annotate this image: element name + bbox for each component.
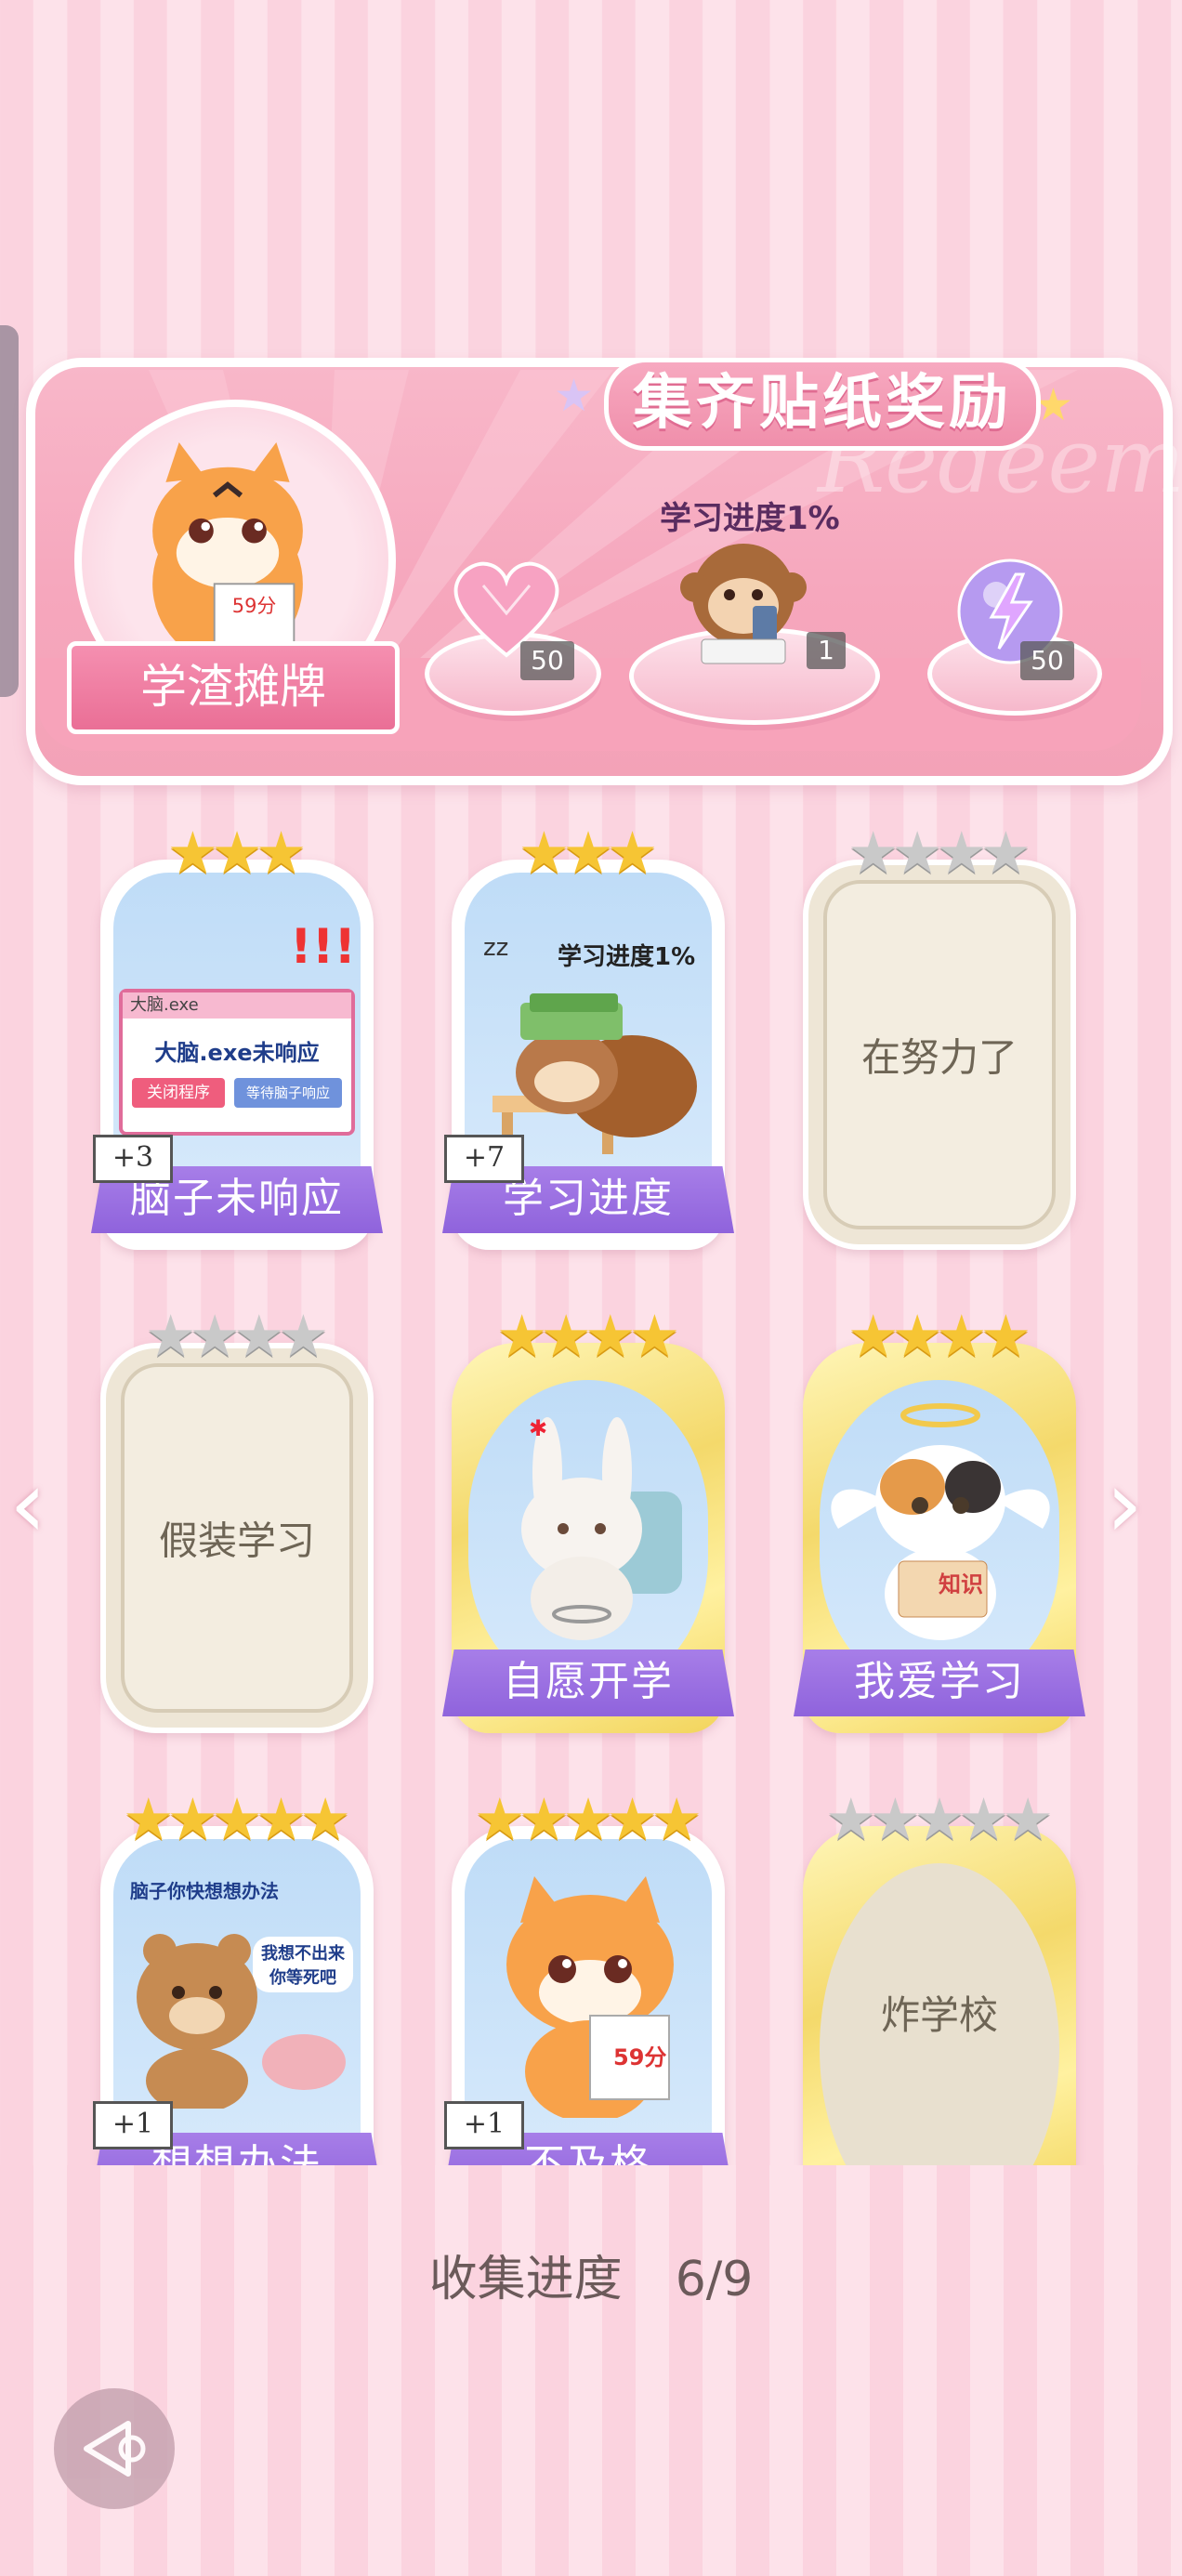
card-count: +1 [444,2101,524,2149]
back-arrow-icon [84,2421,146,2477]
sticker-card-locked[interactable]: 假装学习 ★★★★ [100,1308,374,1733]
collection-value: 6/9 [675,2252,754,2307]
angel-cat-icon [831,1403,1050,1640]
sticker-card[interactable]: 学习进度1% zz 学习进度 +7 ★★★ [442,824,734,1250]
card-count: +3 [93,1135,173,1183]
tiger-score-icon [506,1876,674,2118]
sleep-zz-icon: zz [483,934,509,962]
sticker-card-locked[interactable]: 在努力了 ★★★★ [803,824,1076,1250]
next-page-arrow-icon[interactable]: › [1106,1450,1143,1558]
side-drawer-handle[interactable] [0,325,19,697]
star-deco-icon: ★ [554,370,595,422]
exclamation-icon: !!! [290,919,357,975]
card-stars: ★★★★★ [825,1785,1054,1853]
item-count: 50 [1020,641,1074,680]
collection-progress: 收集进度 6/9 [0,2240,1182,2309]
item-count: 50 [520,641,574,680]
window-title: 大脑.exe [123,992,351,1019]
card-stars: ★★★ [166,819,308,887]
card-stars: ★★★★ [847,1302,1032,1370]
monkey-phone-icon[interactable] [669,530,818,669]
sticker-card[interactable]: 59分 不及格 +1 ★★★★★ [442,1791,734,2216]
card-label: 我爱学习 [794,1649,1085,1716]
card-stars: ★★★★★ [123,1785,351,1853]
avatar-label: 学渣摊牌 [67,641,400,734]
reward-title: 集齐贴纸奖励 [604,358,1041,451]
window-message: 大脑.exe未响应 [154,1040,320,1066]
card-stars: ★★★★ [144,1302,330,1370]
scroll-mask [0,2165,1182,2576]
collection-label: 收集进度 [428,2252,623,2307]
speech-bubble: 脑子你快想想办法 [130,1880,279,1902]
card-stars: ★★★ [518,819,659,887]
prev-page-arrow-icon[interactable]: ‹ [9,1450,46,1558]
score-text: 59分 [613,2044,667,2070]
card-stars: ★★★★ [495,1302,681,1370]
exe-window: 大脑.exe 大脑.exe未响应 关闭程序 等待脑子响应 [119,989,355,1136]
bunny-backpack-icon: ✱ [521,1415,682,1640]
item-count: 1 [807,632,846,669]
svg-text:✱: ✱ [529,1415,547,1441]
card-stars: ★★★★★ [474,1785,703,1853]
card-count: +7 [444,1135,524,1183]
card-count: +1 [93,2101,173,2149]
card-label: 假装学习 [158,1518,315,1564]
card-caption: 学习进度1% [558,943,696,971]
sticker-card-locked[interactable]: 炸学校 ★★★★★ [803,1791,1076,2235]
sticker-card[interactable]: ✱ 自愿开学 ★★★★ [442,1308,734,1733]
svg-text:59分: 59分 [232,595,277,617]
sticker-card[interactable]: 脑子你快想想办法 我想不出来你等死吧 想想办法 +1 ★★★★★ [91,1791,383,2216]
card-label: 自愿开学 [442,1649,734,1716]
close-program-button: 关闭程序 [132,1078,225,1108]
sticker-card[interactable]: 知识 我爱学习 ★★★★ [794,1308,1085,1733]
bear-brain-icon [137,1934,346,2109]
card-label: 炸学校 [880,1992,998,2038]
sticker-card[interactable]: 大脑.exe 大脑.exe未响应 关闭程序 等待脑子响应 !!! 脑子未响应 +… [91,824,383,1250]
back-button[interactable] [54,2388,175,2509]
sloth-book-icon [492,993,697,1154]
book-text: 知识 [939,1571,983,1597]
wait-button: 等待脑子响应 [234,1078,342,1108]
card-stars: ★★★★ [847,819,1032,887]
card-label: 在努力了 [860,1034,1018,1081]
